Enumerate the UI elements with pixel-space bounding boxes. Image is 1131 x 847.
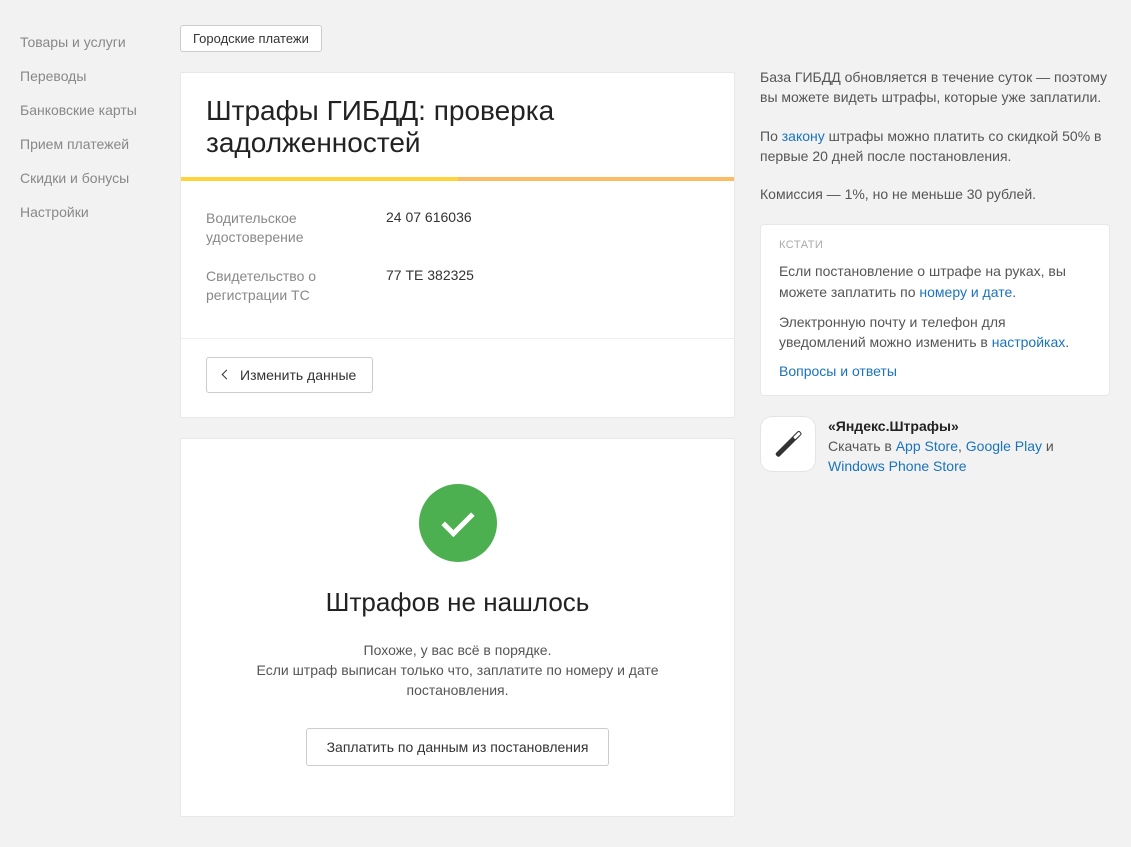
sidebar-item-settings[interactable]: Настройки — [20, 195, 180, 229]
sidebar-item-transfers[interactable]: Переводы — [20, 59, 180, 93]
sidebar-item-discounts[interactable]: Скидки и бонусы — [20, 161, 180, 195]
change-data-button[interactable]: Изменить данные — [206, 357, 373, 393]
sidebar-item-cards[interactable]: Банковские карты — [20, 93, 180, 127]
progress-segment-1 — [181, 177, 458, 181]
field-row-registration: Свидетельство о регистрации ТС 77 ТЕ 382… — [206, 257, 709, 315]
field-row-license: Водительское удостоверение 24 07 616036 — [206, 199, 709, 257]
result-line2: Если штраф выписан только что, заплатите… — [206, 660, 709, 701]
windows-store-link[interactable]: Windows Phone Store — [828, 458, 967, 474]
number-date-link[interactable]: номеру и дате — [919, 284, 1012, 300]
check-mark-icon — [441, 503, 474, 536]
change-data-label: Изменить данные — [240, 367, 356, 383]
progress-segment-2 — [458, 177, 735, 181]
sidebar-item-payments[interactable]: Прием платежей — [20, 127, 180, 161]
field-label: Свидетельство о регистрации ТС — [206, 267, 386, 305]
result-line1: Похоже, у вас всё в порядке. — [206, 640, 709, 660]
city-payments-button[interactable]: Городские платежи — [180, 25, 322, 52]
app-store-link[interactable]: App Store — [896, 438, 958, 454]
app-title: «Яндекс.Штрафы» — [828, 418, 959, 434]
field-value: 77 ТЕ 382325 — [386, 267, 474, 305]
wand-icon — [774, 430, 802, 458]
tip-paragraph-2: Электронную почту и телефон для уведомле… — [779, 312, 1091, 353]
field-value: 24 07 616036 — [386, 209, 472, 247]
info-commission: Комиссия — 1%, но не меньше 30 рублей. — [760, 184, 1110, 204]
fines-details-card: Штрафы ГИБДД: проверка задолженностей Во… — [180, 72, 735, 418]
law-link[interactable]: закону — [782, 128, 825, 144]
sidebar-item-goods[interactable]: Товары и услуги — [20, 25, 180, 59]
tip-box: КСТАТИ Если постановление о штрафе на ру… — [760, 224, 1110, 395]
app-promo: «Яндекс.Штрафы» Скачать в App Store, Goo… — [760, 416, 1110, 477]
faq-link[interactable]: Вопросы и ответы — [779, 363, 897, 379]
result-title: Штрафов не нашлось — [206, 587, 709, 618]
field-label: Водительское удостоверение — [206, 209, 386, 247]
app-text: «Яндекс.Штрафы» Скачать в App Store, Goo… — [828, 416, 1110, 477]
progress-bar — [181, 177, 734, 181]
result-card: Штрафов не нашлось Похоже, у вас всё в п… — [180, 438, 735, 818]
tip-label: КСТАТИ — [779, 239, 1091, 251]
info-law: По закону штрафы можно платить со скидко… — [760, 126, 1110, 167]
result-description: Похоже, у вас всё в порядке. Если штраф … — [206, 640, 709, 701]
google-play-link[interactable]: Google Play — [966, 438, 1042, 454]
check-circle-icon — [419, 484, 497, 562]
chevron-left-icon — [222, 370, 232, 380]
aside: База ГИБДД обновляется в течение суток —… — [760, 25, 1110, 817]
page-title: Штрафы ГИБДД: проверка задолженностей — [181, 73, 734, 177]
tip-paragraph-1: Если постановление о штрафе на руках, вы… — [779, 261, 1091, 302]
sidebar: Товары и услуги Переводы Банковские карт… — [20, 25, 180, 817]
app-icon — [760, 416, 816, 472]
info-database: База ГИБДД обновляется в течение суток —… — [760, 67, 1110, 108]
pay-by-resolution-button[interactable]: Заплатить по данным из постановления — [306, 728, 610, 766]
main-content: Городские платежи Штрафы ГИБДД: проверка… — [180, 25, 735, 817]
settings-link[interactable]: настройках — [992, 334, 1066, 350]
